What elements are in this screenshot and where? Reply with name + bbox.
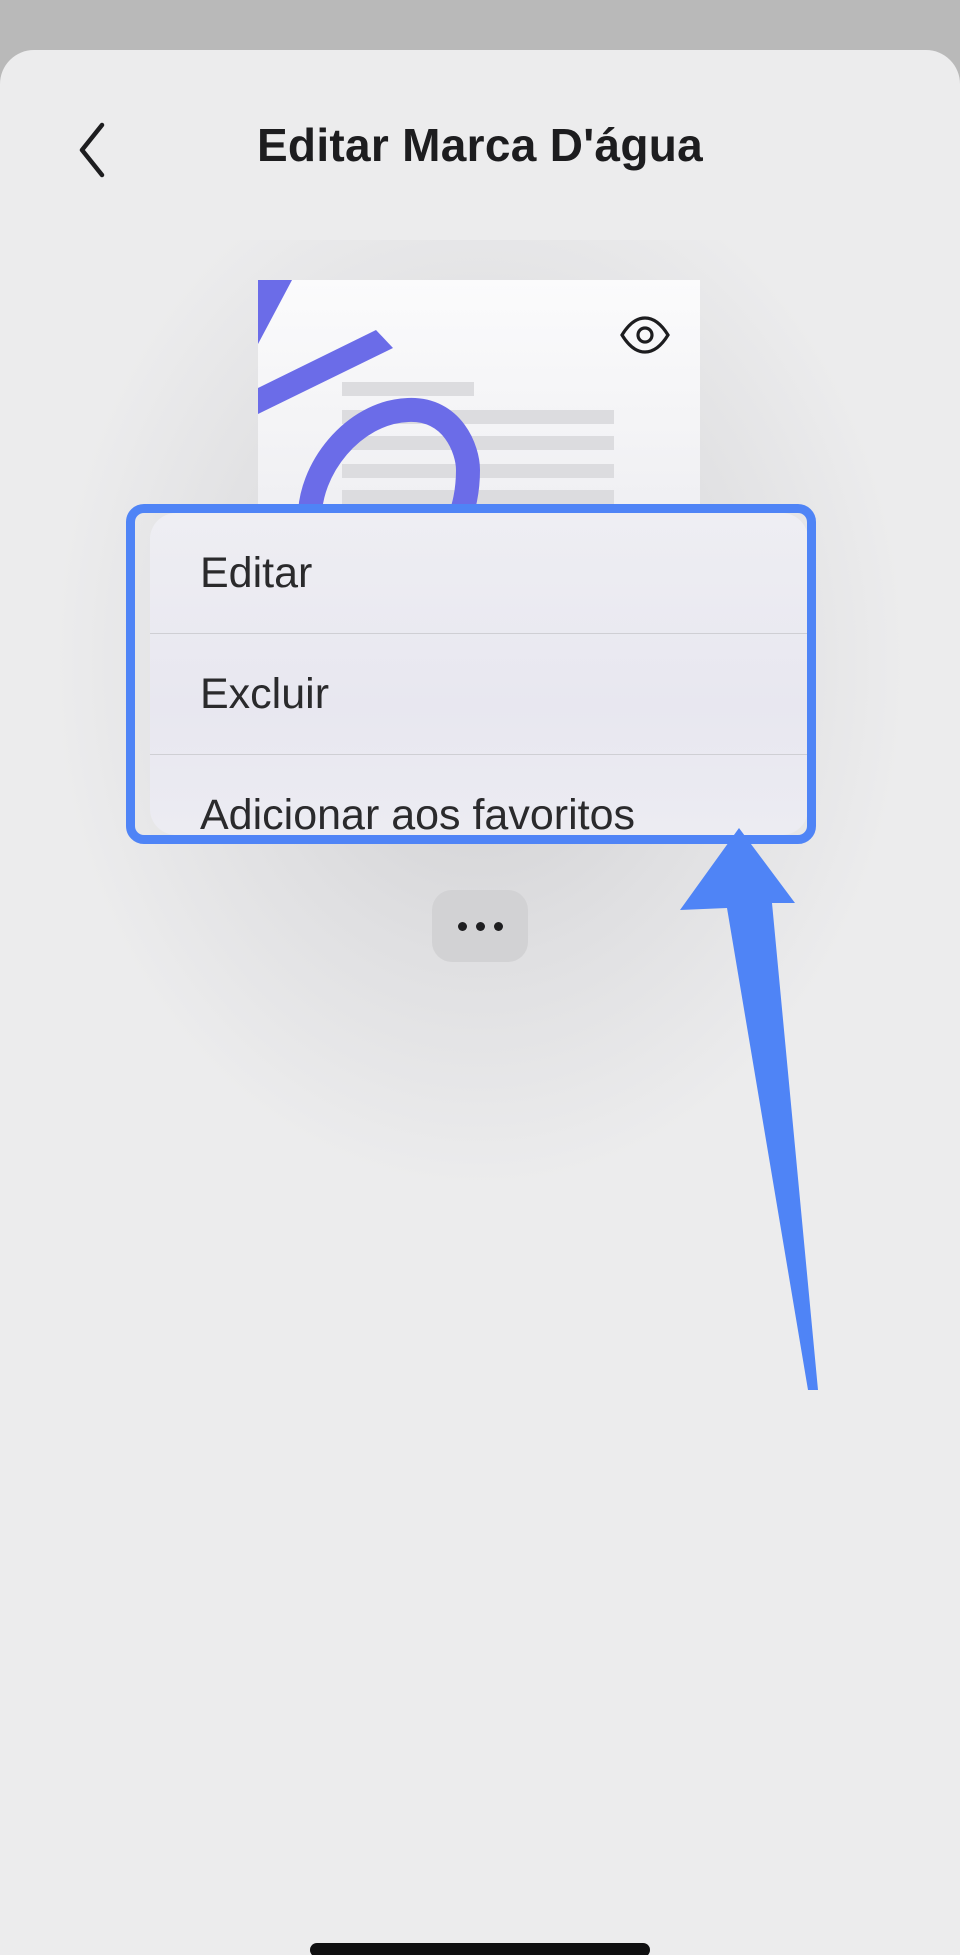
- watermark-preview-card[interactable]: [258, 280, 700, 520]
- more-options-button[interactable]: [432, 890, 528, 962]
- home-indicator: [310, 1943, 650, 1955]
- annotation-arrow: [680, 828, 818, 1390]
- eye-icon: [620, 316, 670, 354]
- header: Editar Marca D'água: [0, 50, 960, 240]
- page-title: Editar Marca D'água: [256, 119, 704, 171]
- preview-eye-button[interactable]: [618, 308, 672, 362]
- bottom-sheet: Editar Marca D'água Editar Excluir Adici…: [0, 50, 960, 1955]
